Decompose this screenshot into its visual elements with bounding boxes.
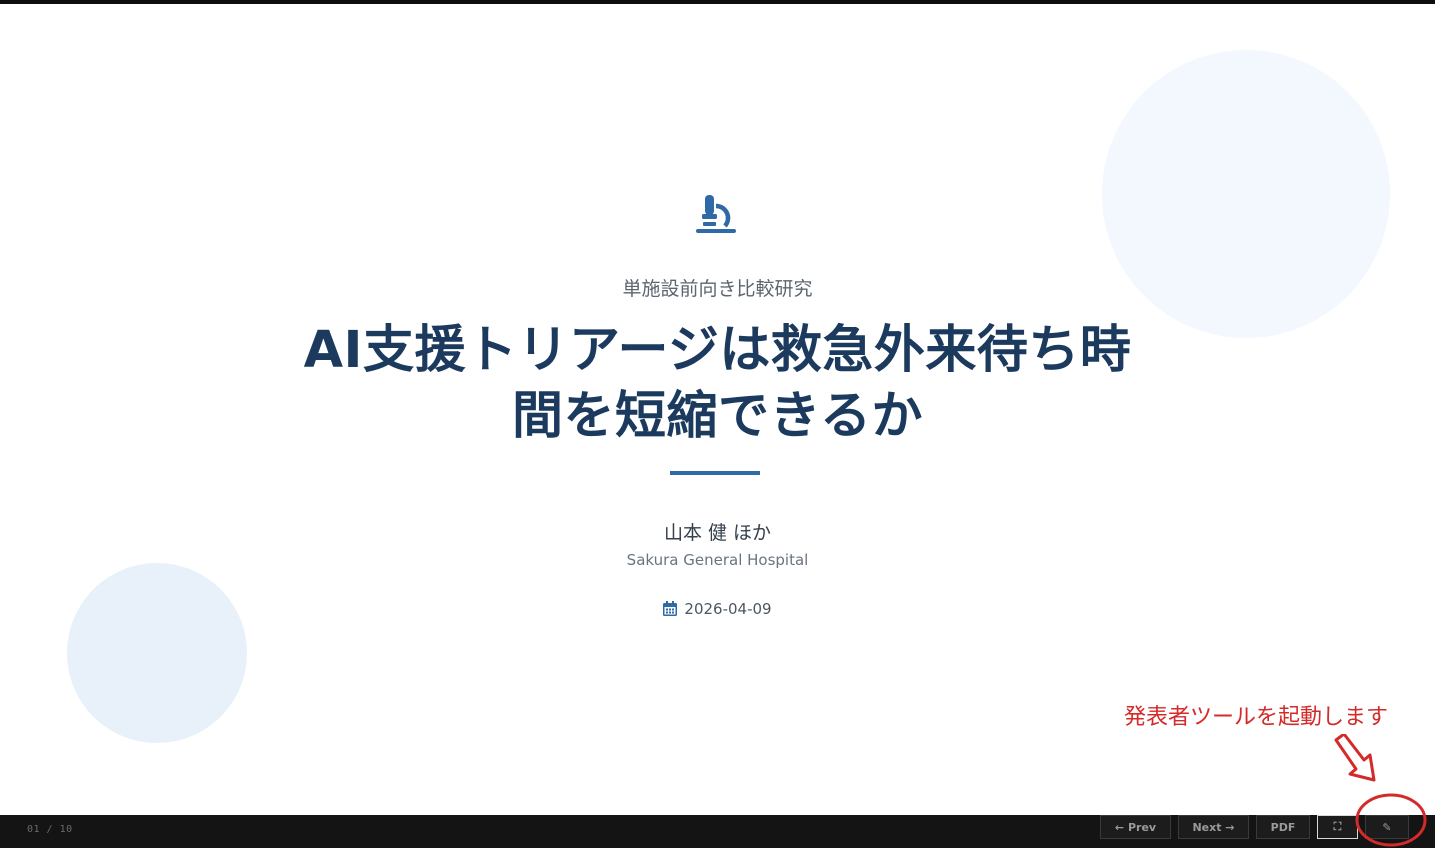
- microscope-icon: [696, 195, 736, 233]
- slide-date: 2026-04-09: [684, 600, 772, 618]
- next-slide-button[interactable]: Next →: [1178, 815, 1249, 839]
- slide-controls-bar: 01 / 10 ← Prev Next → PDF ⛶ ✎: [0, 815, 1435, 848]
- date-row: 2026-04-09: [0, 600, 1435, 618]
- decor-circle-bottom-left: [67, 563, 247, 743]
- prev-slide-button[interactable]: ← Prev: [1100, 815, 1171, 839]
- slide-title-line-1: AI支援トリアージは救急外来待ち時: [303, 321, 1132, 380]
- fullscreen-icon: ⛶: [1333, 820, 1342, 833]
- fullscreen-button[interactable]: ⛶: [1317, 815, 1358, 839]
- slide-title-line-2: 間を短縮できるか: [512, 387, 923, 446]
- pdf-export-button[interactable]: PDF: [1256, 815, 1310, 839]
- author-name: 山本 健 ほか: [663, 522, 772, 544]
- slide-kicker: 単施設前向き比較研究: [622, 278, 813, 300]
- calendar-icon: [663, 601, 678, 616]
- annotation-label: 発表者ツールを起動します: [1124, 705, 1389, 730]
- title-divider: [670, 471, 760, 475]
- slide-counter: 01 / 10: [27, 824, 73, 835]
- annotation-arrow-icon: [1334, 734, 1376, 782]
- slide-title: AI支援トリアージは救急外来待ち時 間を短縮できるか: [240, 318, 1195, 450]
- affiliation: Sakura General Hospital: [626, 551, 809, 569]
- annotation-circle: [1355, 793, 1427, 847]
